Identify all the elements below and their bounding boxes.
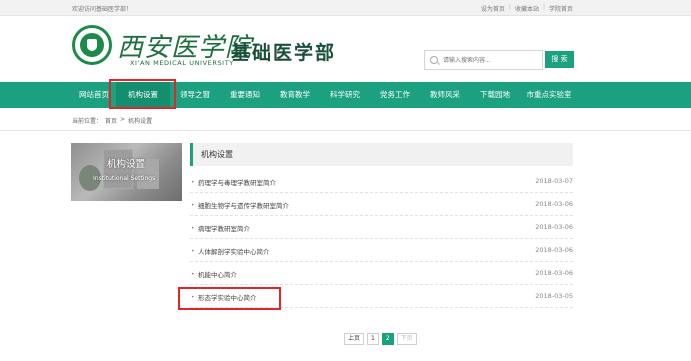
list-item-date: 2018-03-06	[535, 200, 573, 208]
nav-item-leadership[interactable]: 领导之窗	[170, 82, 220, 108]
pagination: 上页 1 2 下页	[344, 333, 417, 345]
content-divider	[0, 130, 691, 131]
nav-item-key-lab[interactable]: 市重点实验室	[518, 82, 580, 108]
link-separator: |	[542, 4, 545, 11]
breadcrumb-separator: >	[120, 116, 126, 123]
university-emblem-icon[interactable]	[72, 25, 112, 65]
row-highlight-box	[178, 287, 281, 310]
search-box	[424, 50, 543, 70]
add-favorite-link[interactable]: 收藏本站	[515, 4, 539, 13]
search-input[interactable]	[443, 53, 539, 67]
nav-item-downloads[interactable]: 下载园地	[470, 82, 520, 108]
nav-item-faculty[interactable]: 教师风采	[420, 82, 470, 108]
nav-item-notices[interactable]: 重要通知	[220, 82, 270, 108]
next-page-button[interactable]: 下页	[396, 333, 417, 345]
breadcrumb-current[interactable]: 机构设置	[128, 116, 152, 125]
department-title: 基础医学部	[231, 42, 337, 64]
list-item-title[interactable]: 机能中心简介	[198, 269, 237, 279]
banner-subtitle: Institutional Settings	[93, 175, 156, 182]
nav-item-research[interactable]: 科学研究	[320, 82, 370, 108]
list-item-date: 2018-03-07	[535, 177, 573, 185]
link-separator: |	[508, 4, 511, 11]
banner-title: 机构设置	[107, 159, 146, 170]
welcome-text: 欢迎访问基础医学部！	[72, 6, 133, 13]
section-banner: 机构设置 Institutional Settings	[71, 143, 182, 201]
list-item-title[interactable]: 人体解剖学实验中心简介	[198, 246, 270, 256]
panel-heading: 机构设置	[190, 143, 573, 166]
page-button-1[interactable]: 1	[367, 333, 379, 345]
nav-highlight-box	[109, 79, 176, 109]
list-item-date: 2018-03-05	[535, 292, 573, 300]
list-item-date: 2018-03-06	[535, 223, 573, 231]
main-nav: 网站首页 机构设置 领导之窗 重要通知 教育教学 科学研究 党务工作 教师风采 …	[0, 82, 691, 108]
list-item[interactable]: • 药理学与毒理学教研室简介 2018-03-07	[190, 170, 573, 193]
set-homepage-link[interactable]: 设为首页	[481, 4, 505, 13]
list-item[interactable]: • 病理学教研室简介 2018-03-06	[190, 216, 573, 239]
college-home-link[interactable]: 学院首页	[549, 4, 573, 13]
list-item[interactable]: • 细胞生物学与遗传学教研室简介 2018-03-06	[190, 193, 573, 216]
panel-heading-text: 机构设置	[201, 150, 233, 159]
university-english-name: XI'AN MEDICAL UNIVERSITY	[130, 59, 234, 67]
list-item-title[interactable]: 病理学教研室简介	[198, 223, 250, 233]
list-item-title[interactable]: 药理学与毒理学教研室简介	[198, 177, 276, 187]
list-item[interactable]: • 人体解剖学实验中心简介 2018-03-06	[190, 239, 573, 262]
search-button[interactable]: 搜 索	[545, 51, 574, 68]
top-links: 设为首页 | 收藏本站 | 学院首页	[481, 4, 573, 13]
bullet-icon: •	[191, 225, 195, 232]
list-item-title[interactable]: 细胞生物学与遗传学教研室简介	[198, 200, 289, 210]
bullet-icon: •	[191, 179, 195, 186]
page-button-2[interactable]: 2	[381, 333, 394, 345]
prev-page-button[interactable]: 上页	[344, 333, 365, 345]
top-bar: 欢迎访问基础医学部！ 设为首页 | 收藏本站 | 学院首页	[0, 0, 691, 16]
search-icon	[430, 56, 438, 64]
breadcrumb-home[interactable]: 首页	[105, 116, 117, 125]
list-item-date: 2018-03-06	[535, 269, 573, 277]
bullet-icon: •	[191, 202, 195, 209]
breadcrumb: 当前位置： 首页 > 机构设置	[72, 116, 152, 125]
bullet-icon: •	[191, 271, 195, 278]
bullet-icon: •	[191, 248, 195, 255]
breadcrumb-prefix: 当前位置：	[72, 118, 103, 125]
list-item-date: 2018-03-06	[535, 246, 573, 254]
site-header: 西安医学院 XI'AN MEDICAL UNIVERSITY 基础医学部	[0, 16, 691, 82]
nav-item-education[interactable]: 教育教学	[270, 82, 320, 108]
list-item[interactable]: • 机能中心简介 2018-03-06	[190, 262, 573, 285]
nav-item-party-affairs[interactable]: 党务工作	[370, 82, 420, 108]
